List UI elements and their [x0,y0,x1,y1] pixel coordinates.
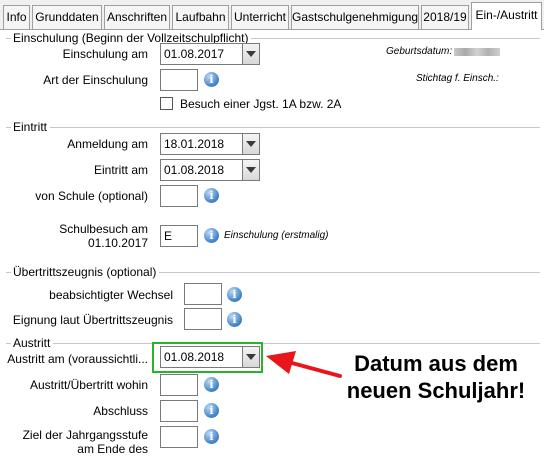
label-schulbesuch-am: Schulbesuch am [59,222,148,236]
tab-info[interactable]: Info [3,5,30,29]
info-icon[interactable]: i [204,72,219,87]
anmeldung-am-field[interactable]: 18.01.2018 [160,133,243,155]
group-eintritt: Eintritt [6,120,540,134]
anmeldung-am-dropdown-button[interactable] [243,133,260,155]
label-beabsichtigter-wechsel: beabsichtigter Wechsel [49,288,173,302]
schulbesuch-field[interactable]: E [160,225,198,247]
label-von-schule: von Schule (optional) [35,189,148,203]
austritt-wohin-field[interactable] [160,374,198,396]
ziel-jahrgangsstufe-field[interactable] [160,426,198,448]
art-der-einschulung-field[interactable] [160,69,198,91]
austritt-am-highlight-box [152,342,263,373]
info-icon[interactable]: i [204,377,219,392]
label-art-der-einschulung: Art der Einschulung [43,73,148,87]
group-uebertrittszeugnis: Übertrittszeugnis (optional) [6,265,540,279]
info-icon[interactable]: i [227,287,242,302]
info-icon[interactable]: i [204,403,219,418]
label-austritt-am: Austritt am (voraussichtli... [7,352,148,366]
tab-ein-austritt[interactable]: Ein-/Austritt [471,2,542,30]
label-eignung: Eignung laut Übertrittszeugnis [12,313,173,327]
eintritt-am-dropdown-button[interactable] [243,159,260,181]
von-schule-field[interactable] [160,185,198,207]
group-einschulung: Einschulung (Beginn der Vollzeitschulpfl… [6,31,540,45]
beabsichtigter-wechsel-field[interactable] [184,283,222,305]
group-austritt: Austritt [6,336,540,350]
geburtsdatum-value-redacted [454,48,500,56]
group-title-eintritt: Eintritt [11,120,51,134]
info-icon[interactable]: i [204,188,219,203]
info-icon[interactable]: i [204,429,219,444]
tab-bar-divider [0,29,544,30]
einschulung-am-field[interactable]: 01.08.2017 [160,43,243,65]
tab-anschriften[interactable]: Anschriften [104,5,170,29]
label-eintritt-am: Eintritt am [93,163,148,177]
label-austritt-wohin: Austritt/Übertritt wohin [29,378,148,392]
tab-gastschulgenehmigung[interactable]: Gastschulgenehmigung [291,5,419,29]
besuch-jgst-checkbox[interactable] [160,97,173,110]
annotation-line-2: neuen Schuljahr! [346,378,526,403]
annotation-line-1: Datum aus dem [354,351,518,376]
schulbesuch-note: Einschulung (erstmalig) [224,230,329,241]
tab-unterricht[interactable]: Unterricht [231,5,289,29]
tab-laufbahn[interactable]: Laufbahn [172,5,229,29]
label-ziel-jahrgangsstufe: Ziel der Jahrgangsstufe [22,428,148,442]
group-title-uebertrittszeugnis: Übertrittszeugnis (optional) [11,265,160,279]
einschulung-am-dropdown-button[interactable] [243,43,260,65]
annotation-text: Datum aus dem neuen Schuljahr! [327,350,544,404]
info-icon[interactable]: i [227,312,242,327]
label-besuch-jgst: Besuch einer Jgst. 1A bzw. 2A [180,97,342,111]
tab-bar: Info Grunddaten Anschriften Laufbahn Unt… [0,0,544,30]
tab-schuljahr[interactable]: 2018/19 [421,5,469,29]
label-abschluss: Abschluss [93,404,148,418]
group-title-austritt: Austritt [11,336,54,350]
label-anmeldung-am: Anmeldung am [67,137,148,151]
eignung-field[interactable] [184,308,222,330]
label-schulbesuch-datum: 01.10.2017 [87,236,148,250]
info-icon[interactable]: i [204,228,219,243]
label-einschulung-am: Einschulung am [62,47,148,61]
label-stichtag: Stichtag f. Einsch.: [416,73,499,84]
label-geburtsdatum: Geburtsdatum: [386,46,453,57]
tab-grunddaten[interactable]: Grunddaten [32,5,102,29]
label-ziel-ende: am Ende des [77,442,148,456]
abschluss-field[interactable] [160,400,198,422]
eintritt-am-field[interactable]: 01.08.2018 [160,159,243,181]
